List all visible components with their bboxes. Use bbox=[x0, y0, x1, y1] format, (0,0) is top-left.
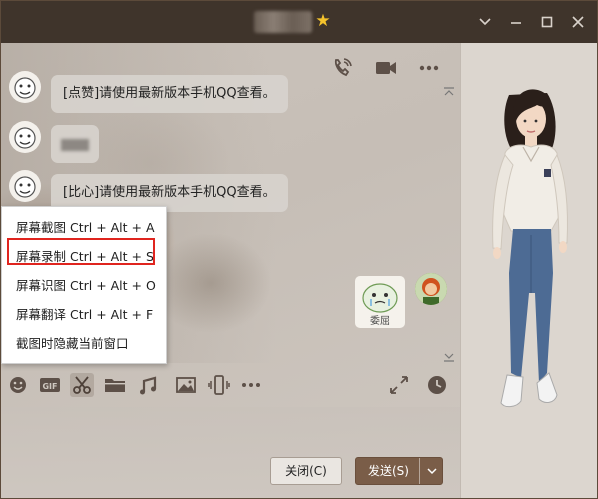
menu-item-screen-translate[interactable]: 屏幕翻译 Ctrl + Alt + F bbox=[2, 301, 168, 329]
star-icon: ★ bbox=[315, 11, 331, 31]
scroll-down-icon[interactable] bbox=[443, 351, 455, 362]
more-icon[interactable] bbox=[239, 373, 263, 397]
maximize-icon[interactable] bbox=[534, 9, 560, 35]
svg-text:GIF: GIF bbox=[42, 382, 57, 391]
phone-call-icon[interactable] bbox=[329, 55, 355, 84]
input-toolbar: GIF bbox=[1, 363, 460, 407]
more-icon[interactable] bbox=[416, 55, 442, 84]
music-note-icon[interactable] bbox=[137, 373, 161, 397]
close-icon[interactable] bbox=[565, 9, 591, 35]
title-bar[interactable]: ★ bbox=[1, 1, 597, 43]
message-bubble[interactable]: [点赞]请使用最新版本手机QQ查看。 bbox=[51, 75, 288, 113]
girl-figure-illustration bbox=[492, 89, 568, 408]
menu-item-hide-window[interactable]: 截图时隐藏当前窗口 bbox=[2, 330, 168, 358]
gif-icon[interactable]: GIF bbox=[38, 373, 62, 397]
send-button[interactable]: 发送(S) bbox=[355, 457, 443, 485]
sticker-caption: 委屈 bbox=[370, 316, 390, 327]
minimize-icon[interactable] bbox=[503, 9, 529, 35]
contact-name-redacted bbox=[254, 11, 312, 33]
image-icon[interactable] bbox=[174, 373, 198, 397]
message-input[interactable]: 关闭(C) 发送(S) bbox=[1, 407, 460, 498]
scissors-icon[interactable] bbox=[70, 373, 94, 397]
sticker-message[interactable]: 委屈 bbox=[355, 276, 405, 328]
qq-chat-window: ★ [点赞]请使用最新版本手机QQ查看。 [比心]请使用最新版本手机QQ查看。 … bbox=[0, 0, 598, 499]
clock-icon[interactable] bbox=[425, 373, 449, 397]
chevron-down-icon[interactable] bbox=[472, 9, 498, 35]
phone-vibrate-icon[interactable] bbox=[207, 373, 231, 397]
folder-icon[interactable] bbox=[103, 373, 127, 397]
highlight-box bbox=[7, 238, 155, 265]
menu-item-screen-recognize[interactable]: 屏幕识图 Ctrl + Alt + O bbox=[2, 272, 168, 300]
send-options-chevron-icon[interactable] bbox=[419, 458, 443, 484]
screenshot-context-menu: 屏幕截图 Ctrl + Alt + A 屏幕录制 Ctrl + Alt + S … bbox=[1, 206, 167, 364]
send-button-label: 发送(S) bbox=[368, 464, 409, 478]
scroll-up-icon[interactable] bbox=[443, 86, 455, 96]
video-call-icon[interactable] bbox=[373, 55, 399, 84]
expand-icon[interactable] bbox=[387, 373, 411, 397]
avatar[interactable] bbox=[415, 273, 447, 305]
message-bubble-redacted[interactable] bbox=[51, 125, 99, 163]
avatar[interactable] bbox=[9, 121, 41, 153]
show-avatar-panel bbox=[460, 43, 597, 498]
avatar[interactable] bbox=[9, 71, 41, 103]
avatar[interactable] bbox=[9, 170, 41, 202]
close-button[interactable]: 关闭(C) bbox=[270, 457, 342, 485]
emoji-icon[interactable] bbox=[6, 373, 30, 397]
